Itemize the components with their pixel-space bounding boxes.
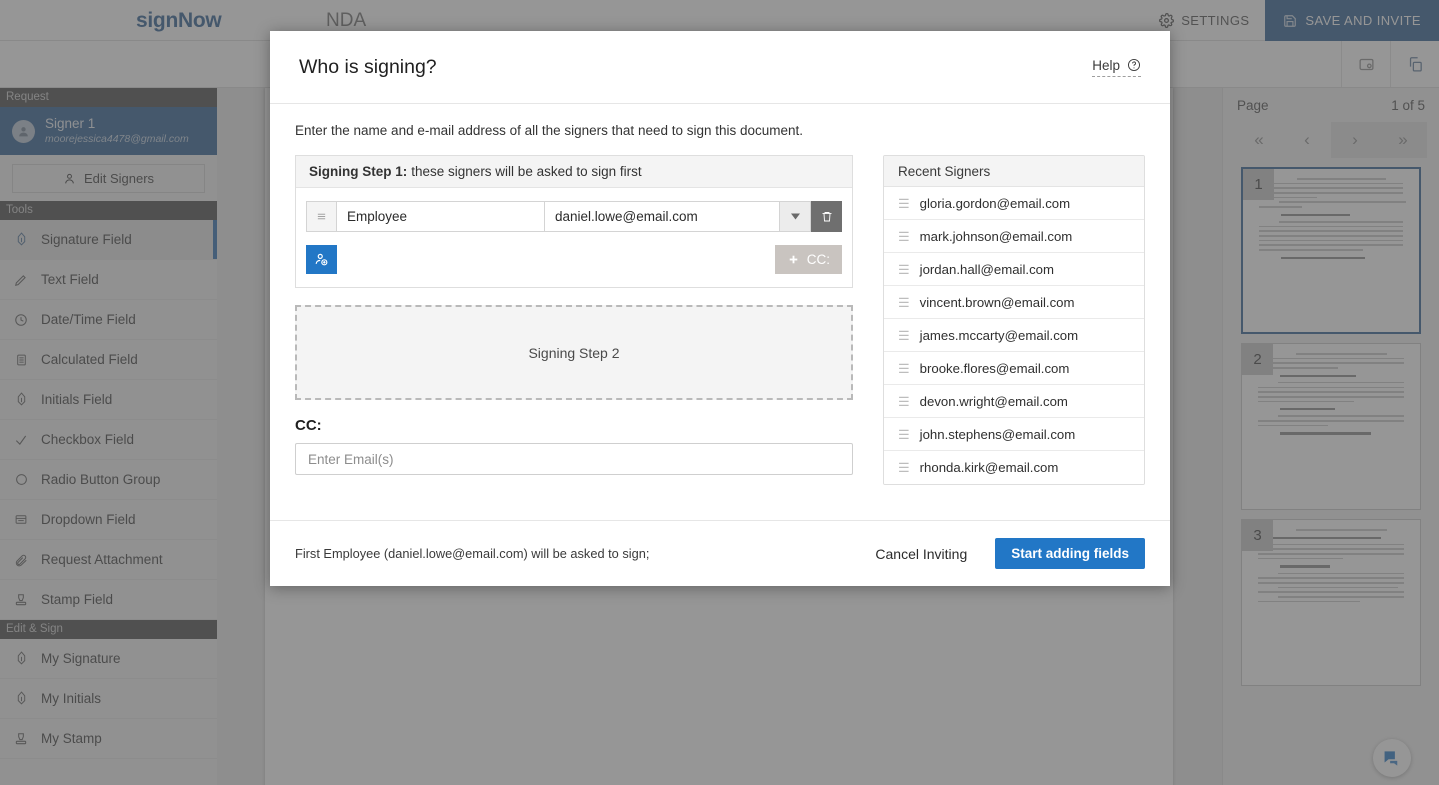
drag-handle-icon: ☰	[898, 296, 910, 309]
delete-signer-button[interactable]	[811, 201, 842, 232]
recent-signer-email: gloria.gordon@email.com	[920, 196, 1070, 211]
signer-row-actions: CC:	[296, 232, 852, 287]
recent-signers-column: Recent Signers ☰ gloria.gordon@email.com…	[883, 155, 1145, 485]
drag-handle-icon[interactable]	[306, 201, 337, 232]
recent-signers-title: Recent Signers	[884, 156, 1144, 187]
who-is-signing-modal: Who is signing? Help Enter the name and …	[270, 31, 1170, 586]
recent-signer-email: john.stephens@email.com	[920, 427, 1076, 442]
plus-icon	[787, 253, 800, 266]
add-cc-button[interactable]: CC:	[775, 245, 842, 274]
add-user-icon	[314, 252, 329, 267]
footer-note: First Employee (daniel.lowe@email.com) w…	[295, 546, 649, 561]
signer-name-input[interactable]	[337, 201, 545, 232]
modal-body: Enter the name and e-mail address of all…	[270, 104, 1170, 520]
recent-signer-email: brooke.flores@email.com	[920, 361, 1070, 376]
recent-signer-item[interactable]: ☰ john.stephens@email.com	[884, 418, 1144, 451]
signing-step-2-label: Signing Step 2	[528, 345, 619, 361]
signer-email-input[interactable]	[545, 201, 780, 232]
recent-signer-item[interactable]: ☰ mark.johnson@email.com	[884, 220, 1144, 253]
modal-title: Who is signing?	[299, 56, 437, 79]
modal-header: Who is signing? Help	[270, 31, 1170, 104]
cc-section-label: CC:	[295, 417, 853, 434]
signing-step-1-box: Signing Step 1: these signers will be as…	[295, 155, 853, 288]
footer-actions: Cancel Inviting Start adding fields	[869, 538, 1145, 569]
signing-step-1-subtitle: these signers will be asked to sign firs…	[411, 164, 641, 179]
recent-signer-item[interactable]: ☰ vincent.brown@email.com	[884, 286, 1144, 319]
signing-steps-column: Signing Step 1: these signers will be as…	[295, 155, 853, 485]
signing-step-2-dropzone[interactable]: Signing Step 2	[295, 305, 853, 400]
cancel-inviting-button[interactable]: Cancel Inviting	[869, 545, 973, 563]
signing-step-1-title: Signing Step 1:	[309, 164, 407, 179]
start-adding-fields-button[interactable]: Start adding fields	[995, 538, 1145, 569]
recent-signer-item[interactable]: ☰ devon.wright@email.com	[884, 385, 1144, 418]
add-signer-button[interactable]	[306, 245, 337, 274]
recent-signer-email: james.mccarty@email.com	[920, 328, 1078, 343]
signing-step-1-header: Signing Step 1: these signers will be as…	[296, 156, 852, 188]
recent-signer-item[interactable]: ☰ james.mccarty@email.com	[884, 319, 1144, 352]
modal-footer: First Employee (daniel.lowe@email.com) w…	[270, 520, 1170, 586]
add-cc-label: CC:	[807, 252, 830, 267]
chevron-down-icon	[791, 213, 800, 220]
recent-signers-box: Recent Signers ☰ gloria.gordon@email.com…	[883, 155, 1145, 485]
trash-icon	[821, 210, 833, 223]
modal-columns: Signing Step 1: these signers will be as…	[295, 155, 1145, 485]
drag-handle-icon: ☰	[898, 395, 910, 408]
drag-handle-icon: ☰	[898, 329, 910, 342]
recent-signer-item[interactable]: ☰ brooke.flores@email.com	[884, 352, 1144, 385]
app-root: signNow NDA SETTINGS	[0, 0, 1439, 785]
drag-handle-icon: ☰	[898, 263, 910, 276]
recent-signer-email: mark.johnson@email.com	[920, 229, 1073, 244]
drag-handle-icon: ☰	[898, 428, 910, 441]
recent-signer-item[interactable]: ☰ gloria.gordon@email.com	[884, 187, 1144, 220]
cc-email-input[interactable]	[295, 443, 853, 475]
drag-handle-icon: ☰	[898, 197, 910, 210]
help-label: Help	[1092, 58, 1120, 73]
signer-row	[306, 201, 842, 232]
recent-signer-email: jordan.hall@email.com	[920, 262, 1054, 277]
recent-signer-item[interactable]: ☰ rhonda.kirk@email.com	[884, 451, 1144, 484]
question-circle-icon	[1127, 58, 1141, 72]
recent-signer-email: vincent.brown@email.com	[920, 295, 1075, 310]
recent-signer-item[interactable]: ☰ jordan.hall@email.com	[884, 253, 1144, 286]
drag-handle-icon: ☰	[898, 362, 910, 375]
recent-signer-email: rhonda.kirk@email.com	[920, 460, 1059, 475]
help-link[interactable]: Help	[1092, 58, 1141, 77]
drag-handle-icon: ☰	[898, 461, 910, 474]
recent-signer-email: devon.wright@email.com	[920, 394, 1068, 409]
signer-role-dropdown-button[interactable]	[780, 201, 811, 232]
modal-subtitle: Enter the name and e-mail address of all…	[295, 123, 1145, 138]
drag-handle-icon: ☰	[898, 230, 910, 243]
